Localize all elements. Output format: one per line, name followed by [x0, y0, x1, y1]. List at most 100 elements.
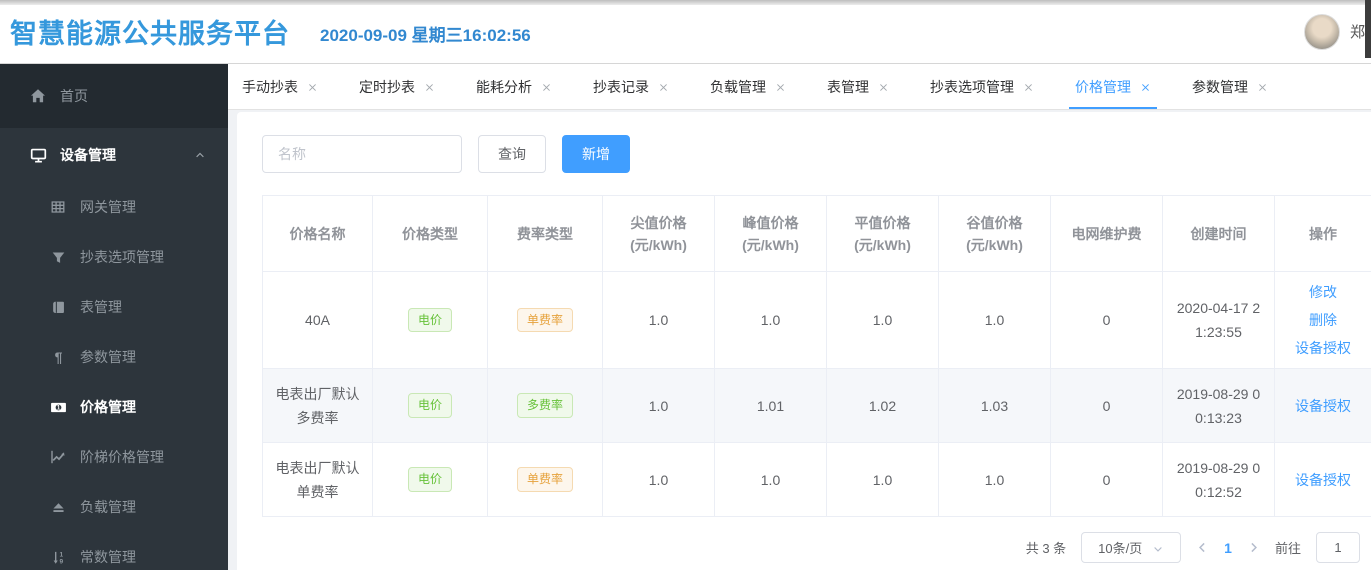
tab-energy-analysis[interactable]: 能耗分析: [476, 64, 552, 109]
column-header: 谷值价格(元/kWh): [938, 195, 1051, 272]
close-icon[interactable]: [658, 81, 669, 93]
sidebar-item-label: 负载管理: [80, 499, 136, 515]
sidebar-item-label: 阶梯价格管理: [80, 449, 164, 465]
sidebar-item-parameter-management[interactable]: ¶ 参数管理: [0, 332, 228, 382]
action-link[interactable]: 修改: [1309, 278, 1337, 306]
tab-load-management[interactable]: 负载管理: [710, 64, 786, 109]
close-icon[interactable]: [541, 81, 552, 93]
tab-label: 抄表记录: [593, 78, 649, 95]
monitor-icon: [28, 147, 48, 164]
avatar[interactable]: [1303, 13, 1340, 50]
page-size-select[interactable]: 10条/页: [1081, 532, 1182, 563]
tab-price-management[interactable]: 价格管理: [1069, 64, 1157, 109]
cell-rate-type: 多费率: [487, 368, 603, 443]
book-icon: [48, 300, 68, 315]
close-icon[interactable]: [1023, 81, 1034, 93]
user-menu[interactable]: 郑: [1303, 13, 1365, 50]
close-icon[interactable]: [1257, 81, 1268, 93]
tab-label: 手动抄表: [242, 78, 298, 95]
price-type-badge: 电价: [407, 467, 452, 492]
close-icon[interactable]: [878, 81, 889, 93]
close-icon[interactable]: [307, 81, 318, 93]
tab-label: 价格管理: [1075, 78, 1131, 95]
cell-grid-fee: 0: [1050, 442, 1163, 517]
close-icon[interactable]: [775, 81, 786, 93]
cell-valley-price: 1.0: [938, 271, 1051, 369]
tab-manual-reading[interactable]: 手动抄表: [242, 64, 318, 109]
page-number[interactable]: 1: [1224, 540, 1232, 556]
sidebar-item-device-management[interactable]: 设备管理: [0, 128, 228, 182]
table-row: 电表出厂默认多费率 电价 多费率 1.0 1.01 1.02 1.03 0 2019-08-29…: [262, 368, 1371, 443]
sidebar-item-reading-options-management[interactable]: 抄表选项管理: [0, 232, 228, 282]
cell-valley-price: 1.03: [938, 368, 1051, 443]
column-header: 费率类型: [487, 195, 603, 272]
tab-reading-options-management[interactable]: 抄表选项管理: [930, 64, 1034, 109]
goto-label: 前往: [1274, 541, 1301, 556]
sidebar-item-constant-management[interactable]: 1 9 常数管理: [0, 532, 228, 570]
cell-price-name: 电表出厂默认多费率: [262, 368, 373, 443]
sidebar: 首页设备管理网关管理抄表选项管理表管理 ¶ 参数管理 1 价格管理阶梯价格管理 负载管理 1…: [0, 64, 228, 570]
cell-flat-price: 1.02: [826, 368, 939, 443]
cell-price-name: 电表出厂默认单费率: [262, 442, 373, 517]
window-top-strip: [0, 0, 1371, 5]
rate-type-badge: 单费率: [516, 307, 573, 333]
sidebar-item-load-management[interactable]: 负载管理: [0, 482, 228, 532]
add-button[interactable]: 新增: [562, 135, 630, 173]
chart-icon: [48, 449, 68, 465]
sidebar-item-gateway-management[interactable]: 网关管理: [0, 182, 228, 232]
query-button[interactable]: 查询: [478, 135, 546, 173]
cell-flat-price: 1.0: [826, 271, 939, 369]
close-icon[interactable]: [1140, 81, 1151, 93]
close-icon[interactable]: [424, 81, 435, 93]
sidebar-item-tiered-price-management[interactable]: 阶梯价格管理: [0, 432, 228, 482]
svg-text:1: 1: [56, 404, 60, 411]
tab-label: 表管理: [827, 78, 869, 95]
action-link[interactable]: 设备授权: [1295, 466, 1351, 494]
user-name: 郑: [1349, 24, 1365, 41]
tab-parameter-management[interactable]: 参数管理: [1192, 64, 1268, 109]
column-header: 操作: [1274, 195, 1371, 272]
sidebar-item-label: 抄表选项管理: [80, 249, 164, 265]
tab-scheduled-reading[interactable]: 定时抄表: [359, 64, 435, 109]
sidebar-item-label: 常数管理: [80, 549, 136, 565]
cell-rate-type: 单费率: [487, 442, 603, 517]
tab-label: 能耗分析: [476, 78, 532, 95]
cell-price-type: 电价: [372, 442, 488, 517]
sidebar-item-home[interactable]: 首页: [0, 64, 228, 128]
svg-text:1: 1: [59, 551, 63, 558]
cell-sharp-price: 1.0: [602, 271, 715, 369]
money-icon: 1: [48, 399, 68, 416]
cell-created-time: 2020-04-17 21:23:55: [1162, 271, 1275, 369]
filter-icon: [48, 250, 68, 265]
action-link[interactable]: 设备授权: [1295, 392, 1351, 420]
sidebar-item-label: 设备管理: [60, 147, 116, 163]
tab-reading-records[interactable]: 抄表记录: [593, 64, 669, 109]
tab-meter-management[interactable]: 表管理: [827, 64, 889, 109]
action-link[interactable]: 设备授权: [1295, 334, 1351, 362]
cell-flat-price: 1.0: [826, 442, 939, 517]
svg-text:9: 9: [59, 558, 63, 564]
total-count: 共 3 条: [1025, 541, 1067, 556]
column-header: 峰值价格(元/kWh): [714, 195, 827, 272]
column-header: 价格类型: [372, 195, 488, 272]
pilcrow-icon: ¶: [48, 350, 68, 365]
app-title: 智慧能源公共服务平台: [10, 19, 290, 49]
sidebar-item-label: 价格管理: [80, 399, 136, 415]
rate-type-badge: 多费率: [516, 393, 573, 418]
goto-page-input[interactable]: [1315, 532, 1360, 563]
cell-price-name: 40A: [262, 271, 373, 369]
sidebar-menu: 首页设备管理网关管理抄表选项管理表管理 ¶ 参数管理 1 价格管理阶梯价格管理 负载管理 1…: [0, 64, 228, 570]
next-page-button[interactable]: [1247, 541, 1260, 554]
cell-grid-fee: 0: [1050, 368, 1163, 443]
action-link[interactable]: 删除: [1309, 306, 1337, 334]
sidebar-item-label: 首页: [60, 88, 88, 104]
sidebar-item-meter-management[interactable]: 表管理: [0, 282, 228, 332]
table-row: 电表出厂默认单费率 电价 单费率 1.0 1.0 1.0 1.0 0 2019-08-29 00…: [262, 442, 1371, 517]
tab-label: 参数管理: [1192, 78, 1248, 95]
search-input[interactable]: [262, 135, 462, 173]
column-header: 平值价格(元/kWh): [826, 195, 939, 272]
prev-page-button[interactable]: [1196, 541, 1209, 554]
sidebar-item-price-management[interactable]: 1 价格管理: [0, 382, 228, 432]
column-header: 创建时间: [1162, 195, 1275, 272]
cell-sharp-price: 1.0: [602, 368, 715, 443]
